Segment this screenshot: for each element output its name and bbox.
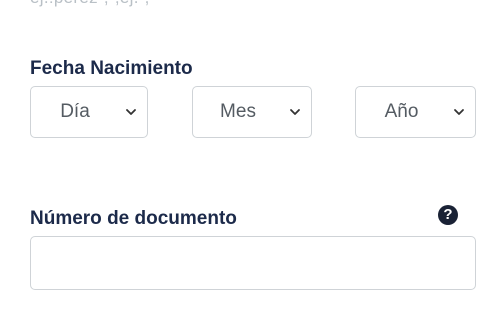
chevron-down-icon [126, 109, 136, 115]
month-select[interactable]: Mes [192, 86, 312, 138]
cut-off-previous-field-text: ej.:pérez·,·,ej.·,· [30, 0, 156, 8]
document-number-label: Número de documento [30, 208, 237, 229]
birth-date-label: Fecha Nacimiento [30, 58, 193, 79]
form-section: ej.:pérez·,·,ej.·,· Fecha Nacimiento Día… [0, 0, 500, 310]
document-number-input[interactable] [30, 236, 476, 290]
year-select[interactable]: Año [355, 86, 476, 138]
day-select[interactable]: Día [30, 86, 148, 138]
year-select-value: Año [384, 101, 419, 122]
question-circle-icon[interactable]: ? [438, 205, 458, 225]
chevron-down-icon [290, 109, 300, 115]
day-select-value: Día [60, 101, 90, 122]
month-select-value: Mes [220, 101, 256, 122]
chevron-down-icon [454, 109, 464, 115]
